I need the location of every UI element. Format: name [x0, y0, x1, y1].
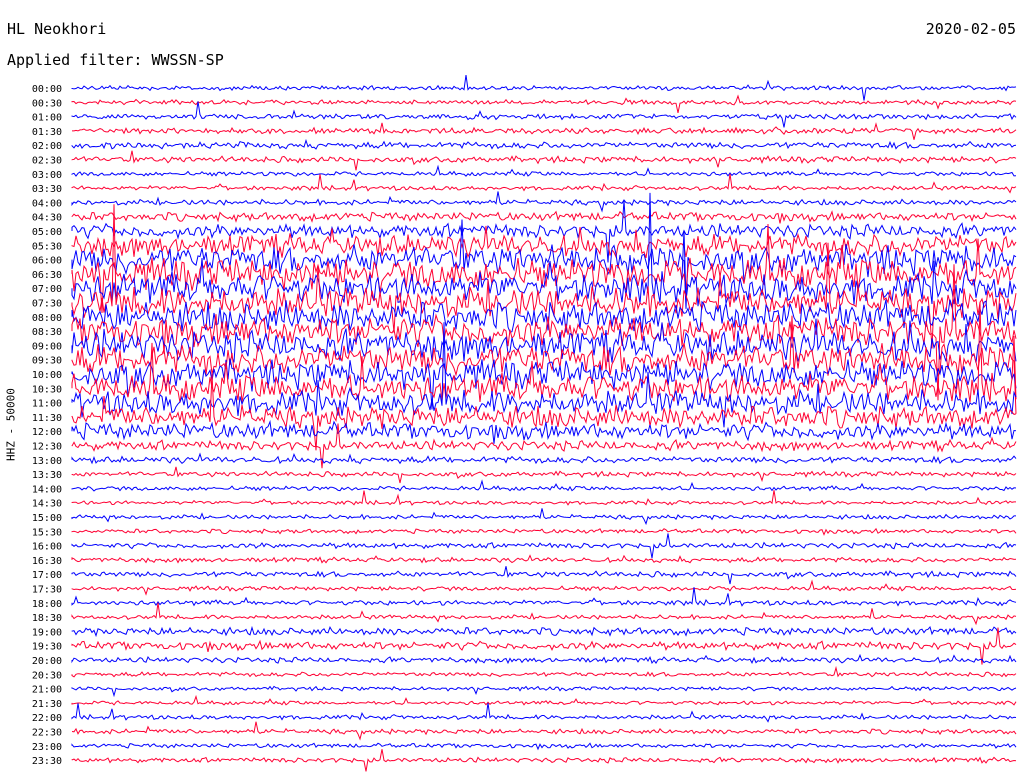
time-label: 08:00	[32, 313, 62, 324]
time-label: 01:00	[32, 113, 62, 124]
time-label: 07:30	[32, 299, 62, 310]
trace-line	[71, 527, 1017, 536]
time-label: 22:30	[32, 728, 62, 739]
time-label: 19:30	[32, 642, 62, 653]
time-label: 16:30	[32, 556, 62, 567]
trace-line	[71, 566, 1017, 585]
time-label: 20:00	[32, 656, 62, 667]
time-label: 23:30	[32, 756, 62, 767]
time-label: 19:00	[32, 627, 62, 638]
time-label: 17:00	[32, 570, 62, 581]
time-label: 11:30	[32, 413, 62, 424]
trace-line	[71, 579, 1017, 596]
trace-line	[71, 150, 1017, 171]
time-label: 08:30	[32, 327, 62, 338]
time-label: 16:00	[32, 542, 62, 553]
time-label: 06:00	[32, 256, 62, 267]
time-label: 09:30	[32, 356, 62, 367]
trace-line	[71, 75, 1017, 101]
time-label: 21:00	[32, 685, 62, 696]
time-label: 23:00	[32, 742, 62, 753]
time-label: 01:30	[32, 127, 62, 138]
trace-line	[71, 479, 1017, 492]
trace-line	[71, 749, 1017, 772]
time-label: 12:00	[32, 427, 62, 438]
time-label: 02:00	[32, 141, 62, 152]
time-label: 22:00	[32, 713, 62, 724]
time-label: 13:00	[32, 456, 62, 467]
trace-line	[71, 490, 1016, 506]
trace-line	[72, 122, 1017, 140]
trace-line	[71, 665, 1017, 678]
time-label: 09:00	[32, 341, 62, 352]
time-label: 05:30	[32, 241, 62, 252]
seismogram-plot: 00:00 00:30 01:00 01:30 02:00 02:30 03:00 03:30…	[32, 75, 1017, 772]
time-label: 00:30	[32, 98, 62, 109]
time-label: 03:30	[32, 184, 62, 195]
time-label: 06:30	[32, 270, 62, 281]
time-label: 00:00	[32, 84, 62, 95]
trace-line	[71, 742, 1017, 751]
trace-line	[71, 685, 1017, 698]
time-label: 14:30	[32, 499, 62, 510]
time-label: 05:00	[32, 227, 62, 238]
time-label: 18:00	[32, 599, 62, 610]
trace-line	[71, 702, 1017, 723]
time-label: 21:30	[32, 699, 62, 710]
trace-line	[71, 554, 1017, 564]
trace-line	[71, 694, 1017, 706]
time-label: 10:30	[32, 384, 62, 395]
trace-line	[71, 625, 1017, 638]
trace-line	[71, 173, 1017, 194]
trace-line	[71, 210, 1017, 224]
trace-line	[71, 533, 1017, 559]
trace-line	[71, 653, 1017, 665]
time-label: 20:30	[32, 670, 62, 681]
time-label: 10:00	[32, 370, 62, 381]
time-label: 15:00	[32, 513, 62, 524]
trace-line	[71, 164, 1017, 177]
trace-line	[71, 587, 1017, 607]
trace-line	[71, 452, 1017, 465]
trace-line	[71, 138, 1017, 150]
trace-line	[71, 602, 1017, 626]
trace-line	[71, 508, 1016, 526]
trace-line	[71, 101, 1017, 128]
time-label: 04:30	[32, 213, 62, 224]
time-label: 17:30	[32, 585, 62, 596]
time-label: 15:30	[32, 527, 62, 538]
trace-line	[71, 94, 1017, 114]
trace-line	[71, 466, 1017, 484]
trace-line	[71, 721, 1017, 741]
time-label: 02:30	[32, 156, 62, 167]
time-label: 12:30	[32, 442, 62, 453]
time-label: 11:00	[32, 399, 62, 410]
trace-line	[71, 192, 1017, 307]
time-label: 18:30	[32, 613, 62, 624]
time-label: 13:30	[32, 470, 62, 481]
time-label: 03:00	[32, 170, 62, 181]
time-label: 14:00	[32, 484, 62, 495]
trace-line	[71, 191, 1017, 213]
time-label: 04:00	[32, 198, 62, 209]
time-label: 07:00	[32, 284, 62, 295]
trace-line	[71, 419, 1017, 444]
